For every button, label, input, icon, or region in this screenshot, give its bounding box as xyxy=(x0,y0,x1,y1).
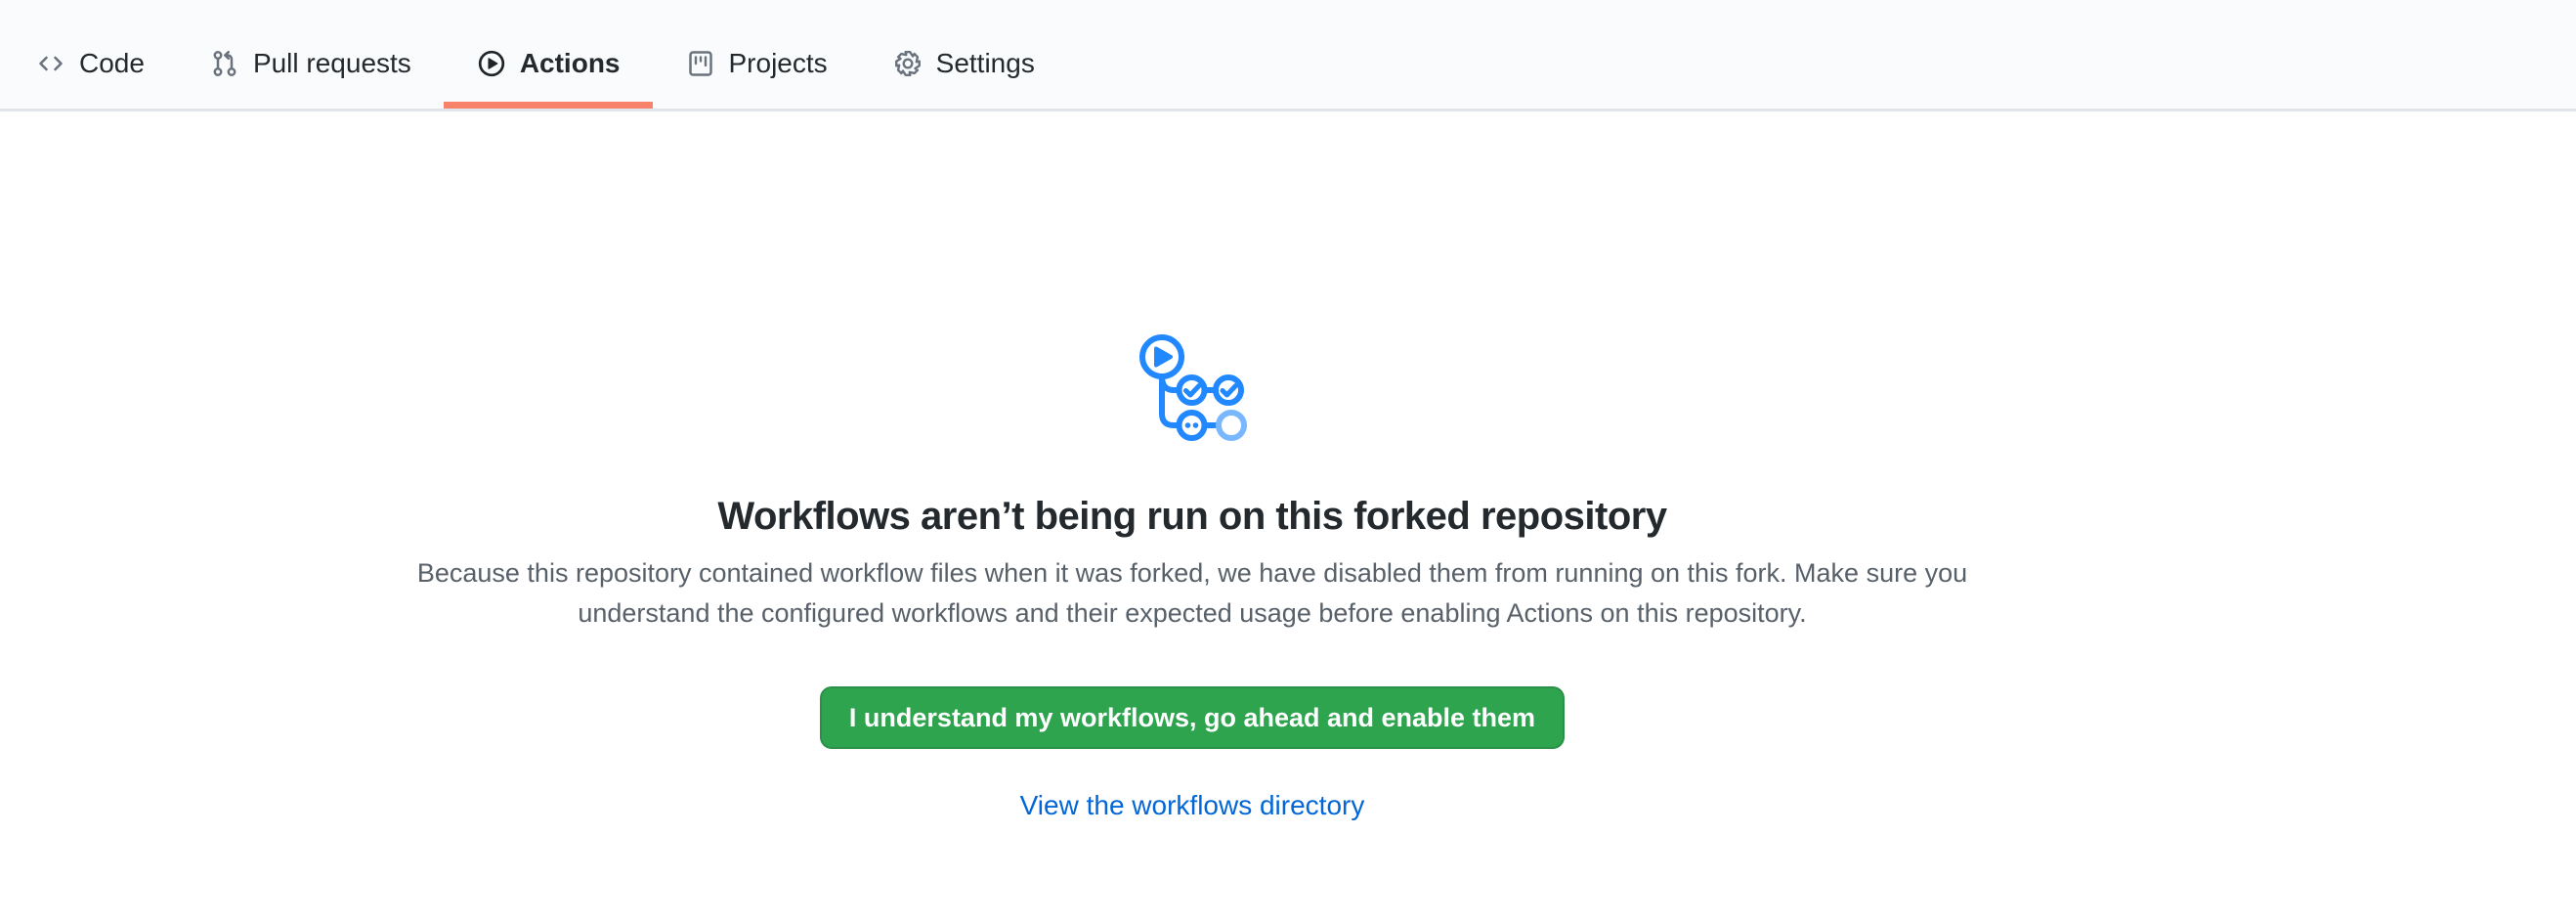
code-icon xyxy=(35,48,66,79)
tab-label: Code xyxy=(79,50,145,77)
tab-label: Actions xyxy=(520,50,621,77)
tab-label: Settings xyxy=(936,50,1035,77)
project-icon xyxy=(685,48,716,79)
enable-workflows-button[interactable]: I understand my workflows, go ahead and … xyxy=(820,686,1565,749)
tab-pull-requests[interactable]: Pull requests xyxy=(177,19,444,109)
tab-settings[interactable]: Settings xyxy=(860,19,1067,109)
tab-code[interactable]: Code xyxy=(3,19,177,109)
repo-tab-nav: Code Pull requests Actions xyxy=(0,0,2576,111)
blankslate: Workflows aren’t being run on this forke… xyxy=(0,111,2384,821)
gear-icon xyxy=(892,48,923,79)
play-circle-icon xyxy=(476,48,507,79)
blankslate-description: Because this repository contained workfl… xyxy=(381,553,2003,634)
blankslate-heading: Workflows aren’t being run on this forke… xyxy=(0,492,2384,541)
actions-disabled-page: Workflows aren’t being run on this forke… xyxy=(0,111,2576,821)
tab-projects[interactable]: Projects xyxy=(653,19,860,109)
tab-label: Pull requests xyxy=(253,50,411,77)
git-pull-request-icon xyxy=(209,48,240,79)
view-workflows-directory-link[interactable]: View the workflows directory xyxy=(1020,790,1365,821)
tab-label: Projects xyxy=(729,50,828,77)
workflow-graph-icon xyxy=(1137,331,1249,442)
tab-actions[interactable]: Actions xyxy=(444,19,653,109)
